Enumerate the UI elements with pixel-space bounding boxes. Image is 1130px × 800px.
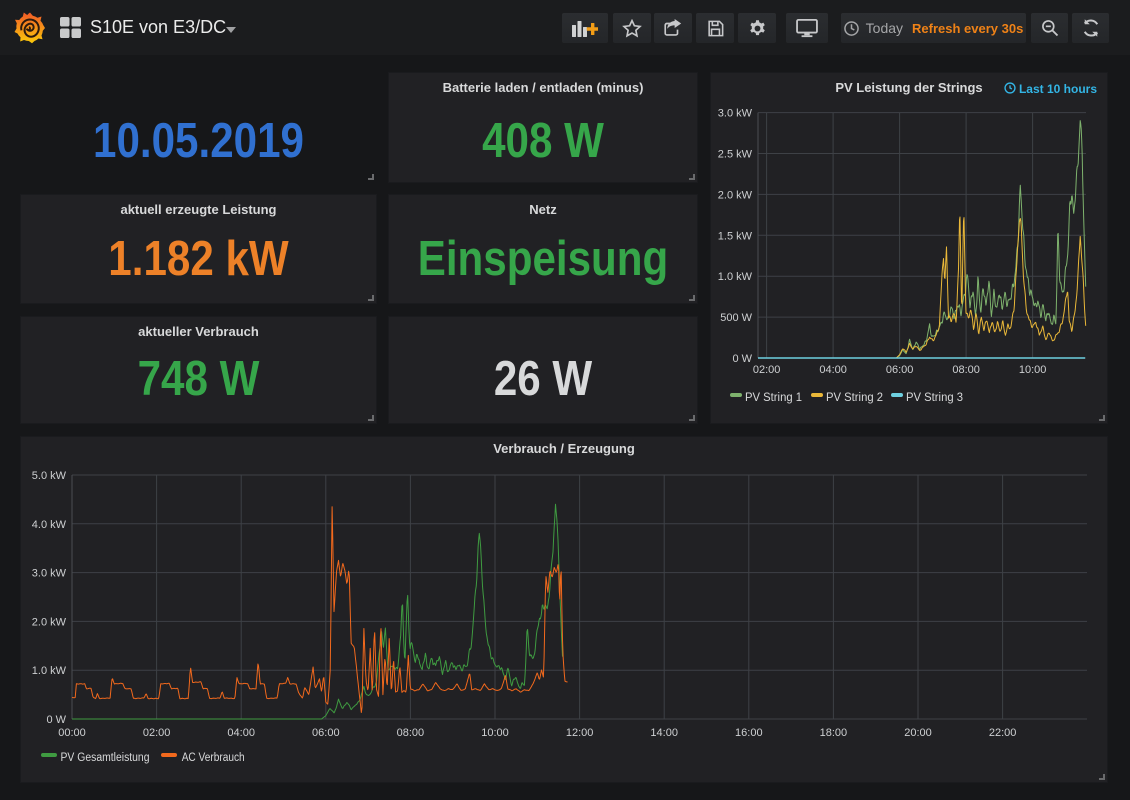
svg-text:PV String 1: PV String 1	[745, 392, 802, 404]
svg-text:18:00: 18:00	[820, 727, 848, 739]
svg-text:04:00: 04:00	[227, 727, 255, 739]
svg-text:20:00: 20:00	[904, 727, 932, 739]
svg-text:3.0 kW: 3.0 kW	[32, 568, 67, 580]
svg-text:12:00: 12:00	[566, 727, 594, 739]
svg-text:AC Verbrauch: AC Verbrauch	[182, 752, 245, 764]
svg-text:PV String 3: PV String 3	[906, 392, 963, 404]
svg-text:4.0 kW: 4.0 kW	[32, 519, 67, 531]
svg-text:0 W: 0 W	[732, 353, 752, 365]
svg-text:06:00: 06:00	[886, 364, 914, 376]
svg-text:500 W: 500 W	[720, 312, 752, 324]
svg-text:3.0 kW: 3.0 kW	[718, 108, 753, 120]
svg-text:1.0 kW: 1.0 kW	[32, 665, 67, 677]
svg-text:16:00: 16:00	[735, 727, 763, 739]
svg-text:2.0 kW: 2.0 kW	[718, 189, 753, 201]
svg-text:2.5 kW: 2.5 kW	[718, 149, 753, 161]
svg-text:08:00: 08:00	[397, 727, 425, 739]
svg-text:14:00: 14:00	[650, 727, 678, 739]
svg-text:00:00: 00:00	[58, 727, 86, 739]
svg-text:PV String 2: PV String 2	[826, 392, 883, 404]
svg-text:10:00: 10:00	[481, 727, 509, 739]
svg-text:PV Gesamtleistung: PV Gesamtleistung	[61, 752, 150, 764]
svg-text:02:00: 02:00	[143, 727, 171, 739]
svg-text:2.0 kW: 2.0 kW	[32, 616, 67, 628]
svg-text:1.5 kW: 1.5 kW	[718, 230, 753, 242]
svg-text:1.0 kW: 1.0 kW	[718, 271, 753, 283]
svg-text:06:00: 06:00	[312, 727, 340, 739]
svg-text:5.0 kW: 5.0 kW	[32, 470, 67, 482]
svg-text:08:00: 08:00	[952, 364, 980, 376]
svg-text:22:00: 22:00	[989, 727, 1017, 739]
svg-text:10:00: 10:00	[1019, 364, 1047, 376]
svg-text:04:00: 04:00	[819, 364, 847, 376]
svg-text:02:00: 02:00	[753, 364, 781, 376]
svg-text:0 W: 0 W	[46, 714, 66, 726]
